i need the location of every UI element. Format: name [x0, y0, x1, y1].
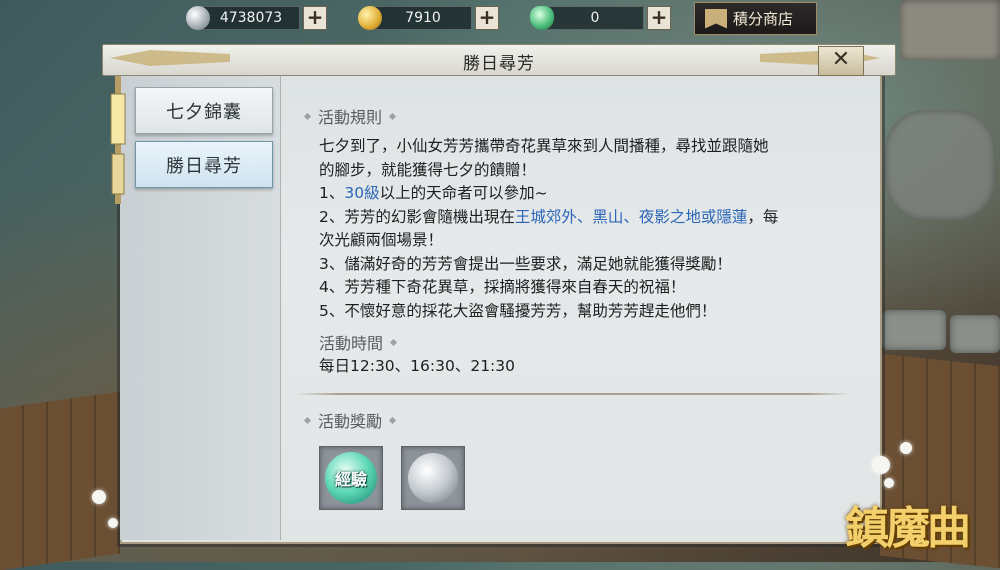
- blossom-decoration: [92, 490, 106, 504]
- points-shop-label: 積分商店: [733, 10, 794, 28]
- event-time: 每日12:30、16:30、21:30: [319, 357, 516, 375]
- currency-gold: 7910 +: [358, 5, 499, 31]
- add-silver-button[interactable]: +: [303, 6, 327, 30]
- rule-1: 1、30級以上的天命者可以參加~: [319, 184, 548, 202]
- blossom-decoration: [900, 442, 912, 454]
- hanging-lantern-ornament: [110, 74, 126, 204]
- diamond-bullet-icon: [388, 416, 397, 424]
- tab-flower-seeking[interactable]: 勝日尋芳: [135, 141, 273, 188]
- stone-block: [882, 310, 946, 350]
- blossom-decoration: [884, 478, 894, 488]
- close-button[interactable]: ✕: [818, 46, 864, 76]
- gold-amount: 7910: [374, 6, 472, 30]
- diamond-bullet-icon: [389, 338, 398, 346]
- tab-qixi-pouch[interactable]: 七夕錦囊: [135, 87, 273, 134]
- rules-intro-line: 的腳步，就能獲得七夕的饋贈！: [319, 160, 537, 179]
- rule-4: 4、芳芳種下奇花異草，採摘將獲得來自春天的祝福！: [319, 278, 686, 296]
- level-requirement: 30級: [344, 184, 380, 202]
- rule-2: 2、芳芳的幻影會隨機出現在王城郊外、黑山、夜影之地或隱蓮，每: [319, 207, 779, 226]
- currency-jade: 0 +: [530, 5, 671, 31]
- diamond-bullet-icon: [303, 112, 312, 120]
- title-ornament-left: [110, 50, 230, 66]
- rewards-heading: 活動獎勵: [297, 408, 403, 432]
- location-list: 王城郊外、黑山、夜影之地或隱蓮: [514, 207, 748, 226]
- currency-silver: 4738073 +: [186, 5, 327, 31]
- jade-ingot-icon: [530, 6, 554, 30]
- silver-coin-icon: [186, 6, 210, 30]
- stone-path: [885, 110, 995, 220]
- rule-2-continued: 次光顧兩個場景！: [319, 231, 444, 249]
- jade-amount: 0: [546, 6, 644, 30]
- banner-icon: [705, 8, 727, 29]
- rules-body: 七夕到了，小仙女芳芳攜帶奇花異草來到人間播種，尋找並跟隨她 的腳步，就能獲得七夕…: [319, 135, 859, 323]
- points-shop-button[interactable]: 積分商店: [694, 2, 817, 35]
- rules-intro-line: 七夕到了，小仙女芳芳攜帶奇花異草來到人間播種，尋找並跟隨她: [319, 137, 769, 155]
- reward-silver[interactable]: [401, 446, 465, 510]
- stone-wall: [900, 0, 1000, 60]
- reward-experience[interactable]: 經驗: [319, 446, 383, 510]
- silver-coin-icon: [408, 453, 458, 503]
- add-jade-button[interactable]: +: [647, 6, 671, 30]
- diamond-bullet-icon: [388, 112, 397, 120]
- rule-5: 5、不懷好意的採花大盜會騷擾芳芳，幫助芳芳趕走他們！: [319, 301, 717, 320]
- diamond-bullet-icon: [303, 416, 312, 424]
- stone-block: [950, 315, 1000, 353]
- game-logo: 鎮魔曲: [845, 503, 971, 554]
- blossom-decoration: [108, 518, 118, 528]
- rule-3: 3、儲滿好奇的芳芳會提出一些要求，滿足她就能獲得獎勵！: [319, 254, 732, 273]
- experience-label: 經驗: [334, 470, 367, 489]
- blossom-decoration: [872, 456, 890, 474]
- section-divider: [295, 393, 851, 395]
- experience-orb-icon: 經驗: [325, 452, 377, 504]
- add-gold-button[interactable]: +: [475, 6, 499, 30]
- rules-heading: 活動規則: [297, 104, 403, 128]
- wooden-deck-left: [0, 391, 120, 570]
- silver-amount: 4738073: [202, 6, 300, 30]
- time-heading: 活動時間: [319, 330, 404, 354]
- gold-coin-icon: [358, 6, 382, 30]
